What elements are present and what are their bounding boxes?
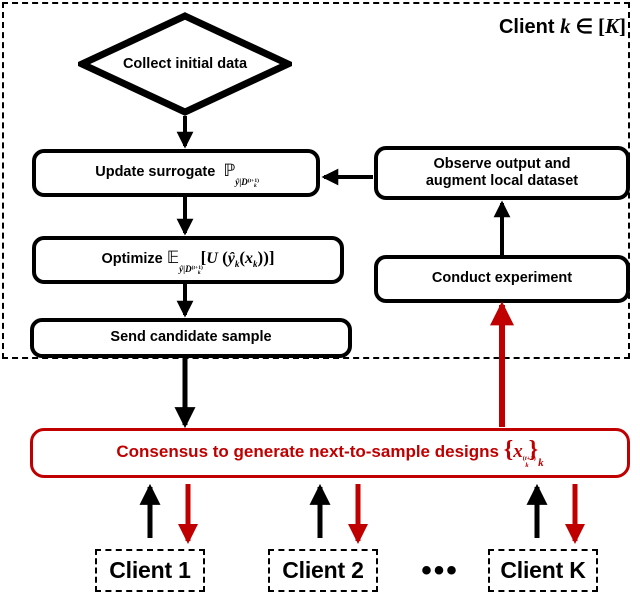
optimize-math: 𝔼ŷ|D(t+1)k[U (ŷk(xk))] — [166, 248, 275, 277]
clients-ellipsis: ••• — [405, 549, 475, 592]
client-count-K: K — [604, 14, 619, 38]
consensus-math: {x(t+1)k}k — [503, 436, 544, 470]
client-chip-2[interactable]: Client 2 — [268, 549, 378, 592]
bracket-open: [ — [597, 14, 605, 38]
observe-output-line1: Observe output and — [433, 155, 571, 172]
clients-ellipsis-label: ••• — [421, 553, 459, 587]
consensus-node[interactable]: Consensus to generate next-to-sample des… — [30, 428, 630, 478]
consensus-label: Consensus to generate next-to-sample des… — [116, 441, 499, 461]
update-surrogate-math: ℙŷ​|D(t+1)k — [223, 161, 259, 190]
client-1-label: Client 1 — [109, 557, 191, 583]
client-k-label: Client K — [500, 557, 586, 583]
client-chip-1[interactable]: Client 1 — [95, 549, 205, 592]
optimize-acquisition-node[interactable]: Optimize 𝔼ŷ|D(t+1)k[U (ŷk(xk))] — [32, 236, 344, 284]
diamond-shape — [78, 12, 292, 116]
client-2-label: Client 2 — [282, 557, 364, 583]
collect-initial-data-node[interactable]: Collect initial data — [78, 12, 292, 116]
update-surrogate-label: Update surrogate — [95, 164, 216, 181]
update-surrogate-content: Update surrogate ℙŷ​|D(t+1)k — [95, 161, 259, 190]
conduct-experiment-label: Conduct experiment — [431, 270, 573, 287]
optimize-label: Optimize — [101, 251, 163, 268]
send-candidate-sample-label: Send candidate sample — [110, 329, 272, 346]
observe-output-node[interactable]: Observe output and augment local dataset — [374, 146, 630, 200]
bracket-close: ] — [619, 14, 626, 38]
optimize-content: Optimize 𝔼ŷ|D(t+1)k[U (ŷk(xk))] — [101, 248, 275, 277]
diagram-canvas: Client k ∈ [K] Collect initial data Upda… — [0, 0, 640, 596]
element-of-symbol: ∈ — [570, 16, 598, 38]
client-chip-k[interactable]: Client K — [488, 549, 598, 592]
client-region-label-text: Client — [498, 16, 561, 38]
conduct-experiment-node[interactable]: Conduct experiment — [374, 255, 630, 303]
client-index-k: k — [560, 14, 571, 38]
send-candidate-sample-node[interactable]: Send candidate sample — [30, 318, 352, 358]
update-surrogate-node[interactable]: Update surrogate ℙŷ​|D(t+1)k — [32, 149, 320, 197]
observe-output-line2: augment local dataset — [425, 173, 579, 189]
client-region-label: Client k ∈ [K] — [499, 14, 626, 39]
consensus-content: Consensus to generate next-to-sample des… — [116, 436, 543, 471]
